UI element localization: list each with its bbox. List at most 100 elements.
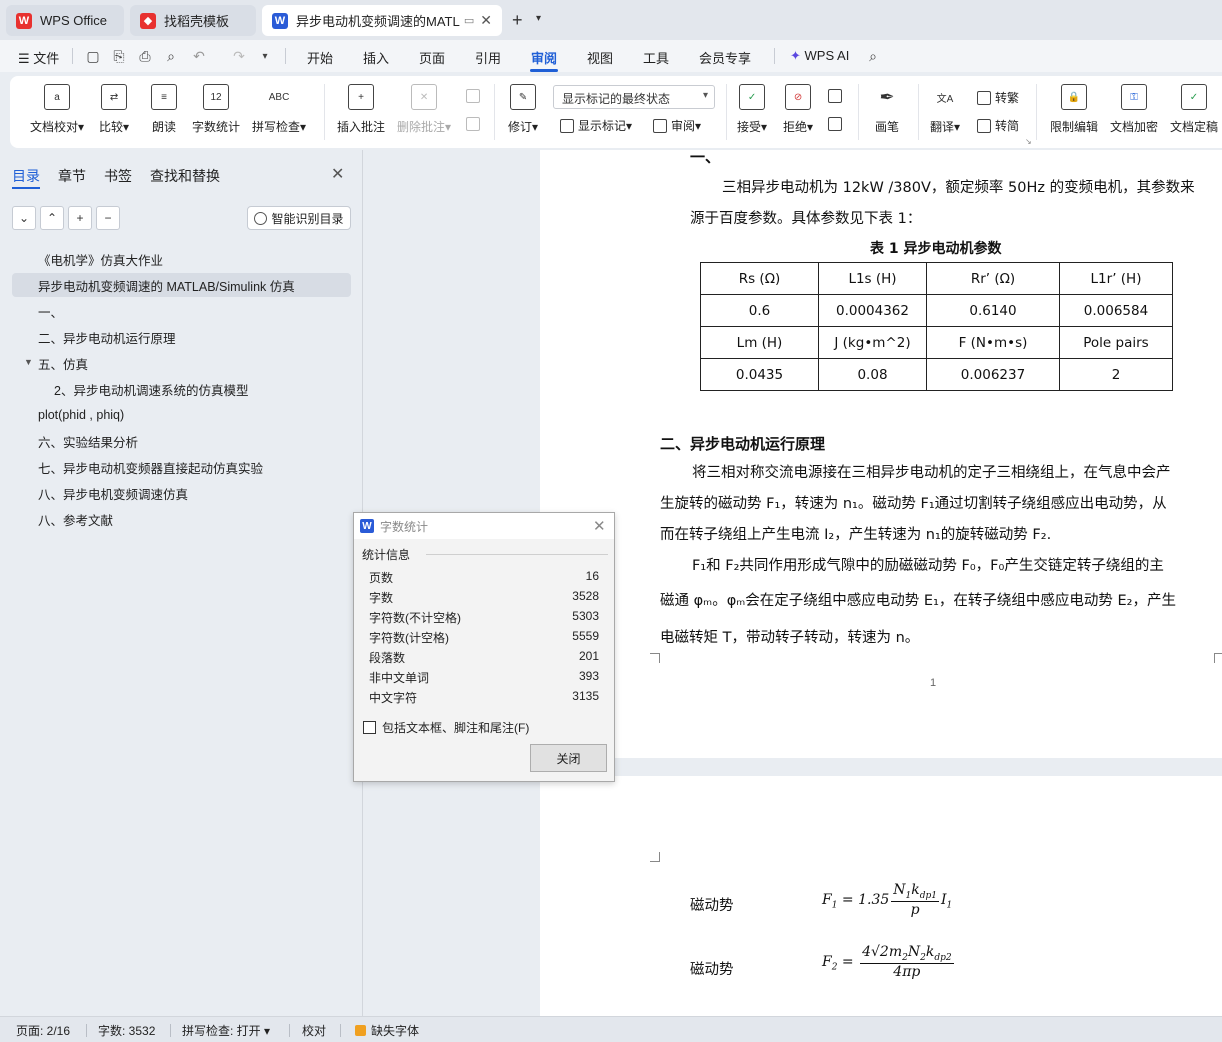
- toc-item[interactable]: 一、: [12, 299, 351, 323]
- encrypt-button[interactable]: ⚿ 文档加密: [1110, 84, 1158, 135]
- warning-icon: [355, 1025, 366, 1036]
- toc-item[interactable]: plot(phid , phiq): [12, 403, 351, 427]
- toc-item[interactable]: 六、实验结果分析: [12, 429, 351, 453]
- menu-home[interactable]: 开始: [307, 48, 333, 67]
- toc-item[interactable]: 二、异步电动机运行原理: [12, 325, 351, 349]
- redo-icon[interactable]: ↷: [230, 47, 248, 65]
- reject-button[interactable]: ⊘ 拒绝▾: [783, 84, 813, 135]
- checkbox-box[interactable]: [363, 721, 376, 734]
- read-aloud-icon: ≡: [151, 84, 177, 110]
- section-heading: 二、异步电动机运行原理: [660, 435, 826, 453]
- menu-view[interactable]: 视图: [587, 48, 613, 67]
- toc-item[interactable]: 五、仿真: [12, 351, 351, 375]
- review-pane-button[interactable]: 审阅 ▾: [653, 117, 701, 134]
- read-aloud-button[interactable]: ≡ 朗读: [151, 84, 177, 135]
- include-textbox-checkbox[interactable]: 包括文本框、脚注和尾注(F): [363, 719, 529, 736]
- toc-item[interactable]: 八、异步电机变频调速仿真: [12, 481, 351, 505]
- toc-item-label: 五、仿真: [38, 357, 89, 372]
- compare-button[interactable]: ⇄ 比较▾: [99, 84, 129, 135]
- next-change-glyph: [828, 117, 842, 131]
- close-icon[interactable]: ✕: [331, 164, 344, 184]
- nav-tab-bookmarks[interactable]: 书签: [104, 166, 132, 186]
- print-icon[interactable]: ⎙: [136, 47, 154, 65]
- pen-button[interactable]: ✒ 画笔: [874, 84, 900, 135]
- tab-current-document[interactable]: W 异步电动机变频调速的MATLA ▭ ✕: [262, 5, 502, 36]
- undo-icon[interactable]: ↶: [190, 47, 208, 65]
- chevron-down-icon[interactable]: ▾: [536, 13, 541, 24]
- toc-item[interactable]: 2、异步电动机调速系统的仿真模型: [12, 377, 351, 401]
- toc-item[interactable]: 《电机学》仿真大作业: [12, 247, 351, 271]
- expand-up-button[interactable]: ⌃: [40, 206, 64, 230]
- stat-value: 5559: [572, 629, 599, 643]
- document-page[interactable]: 磁动势 F1 = 1.35 N1kdp1 p I1 磁动势 F2 = 4√2m2N2k…: [540, 776, 1222, 1016]
- menu-review[interactable]: 审阅: [531, 48, 557, 67]
- dialog-launcher-icon[interactable]: ↘: [1025, 137, 1032, 146]
- remove-heading-button[interactable]: −: [96, 206, 120, 230]
- menu-page[interactable]: 页面: [419, 48, 445, 67]
- word-count-button[interactable]: 12 字数统计: [192, 84, 240, 135]
- prev-change-icon[interactable]: [828, 89, 846, 103]
- toc-item-selected[interactable]: 异步电动机变频调速的 MATLAB/Simulink 仿真: [12, 273, 351, 297]
- markup-mode-select[interactable]: 显示标记的最终状态 ▾: [553, 85, 715, 109]
- screen-icon[interactable]: ▭: [464, 14, 474, 27]
- translate-button[interactable]: 文A 翻译▾: [930, 84, 960, 135]
- delete-comment-button[interactable]: ✕ 删除批注▾: [397, 84, 451, 135]
- stat-label: 段落数: [369, 651, 406, 665]
- close-icon[interactable]: ✕: [593, 517, 606, 535]
- crop-mark: [650, 653, 660, 663]
- document-page[interactable]: 一、 三相异步电动机为 12kW /380V，额定频率 50Hz 的变频电机，其…: [540, 150, 1222, 758]
- status-word-count[interactable]: 字数: 3532: [98, 1022, 155, 1039]
- proofread-button[interactable]: a 文档校对▾: [30, 84, 84, 135]
- status-page[interactable]: 页面: 2/16: [16, 1022, 70, 1039]
- wps-ai-button[interactable]: ✦ WPS AI: [790, 48, 849, 64]
- nav-tab-chapters[interactable]: 章节: [58, 166, 86, 186]
- close-tab-icon[interactable]: ✕: [480, 12, 492, 29]
- menu-reference[interactable]: 引用: [475, 48, 501, 67]
- new-tab-icon[interactable]: +: [512, 10, 523, 31]
- track-changes-button[interactable]: ✎ 修订▾: [508, 84, 538, 135]
- insert-comment-button[interactable]: + 插入批注: [337, 84, 385, 135]
- status-missing-font[interactable]: 缺失字体: [355, 1022, 419, 1039]
- prev-comment-icon[interactable]: [466, 89, 484, 103]
- menu-tools[interactable]: 工具: [643, 48, 669, 67]
- tab-wps-office[interactable]: W WPS Office: [6, 5, 124, 36]
- tab-docer-templates[interactable]: ◆ 找稻壳模板: [130, 5, 256, 36]
- review-pane-label: 审阅: [671, 119, 696, 133]
- close-button[interactable]: 关闭: [530, 744, 607, 772]
- collapse-all-button[interactable]: ⌄: [12, 206, 36, 230]
- finalize-button[interactable]: ✓ 文档定稿: [1170, 84, 1218, 135]
- add-heading-button[interactable]: +: [68, 206, 92, 230]
- smart-toc-button[interactable]: 智能识别目录: [247, 206, 351, 230]
- nav-tab-find-replace[interactable]: 查找和替换: [150, 166, 220, 186]
- table-cell: Rs (Ω): [700, 262, 819, 295]
- search-icon[interactable]: ⌕: [864, 47, 882, 65]
- next-comment-icon[interactable]: [466, 117, 484, 131]
- spell-check-button[interactable]: ABC 拼写检查▾: [252, 84, 306, 135]
- table-row: 0.6 0.0004362 0.6140 0.006584: [700, 294, 1173, 327]
- export-icon[interactable]: ⎘: [110, 47, 128, 65]
- status-spell-check[interactable]: 拼写检查: 打开 ▾: [182, 1022, 270, 1039]
- show-markup-button[interactable]: 显示标记 ▾: [560, 117, 632, 134]
- next-change-icon[interactable]: [828, 117, 846, 131]
- toc-item[interactable]: 七、异步电动机变频器直接起动仿真实验: [12, 455, 351, 479]
- compare-label: 比较: [99, 120, 124, 134]
- toc-item[interactable]: 八、参考文献: [12, 507, 351, 531]
- print-preview-icon[interactable]: ⌕: [162, 47, 180, 65]
- status-proofread[interactable]: 校对: [302, 1022, 326, 1039]
- toc-item-label: 八、异步电机变频调速仿真: [38, 487, 189, 502]
- tab-label: 找稻壳模板: [164, 14, 230, 29]
- nav-tab-toc[interactable]: 目录: [12, 166, 40, 186]
- chevron-down-icon[interactable]: ▾: [256, 47, 274, 65]
- menu-vip[interactable]: 会员专享: [699, 48, 751, 67]
- dialog-title-bar[interactable]: W 字数统计: [354, 513, 614, 539]
- menu-insert[interactable]: 插入: [363, 48, 389, 67]
- restrict-edit-button[interactable]: 🔒 限制编辑: [1050, 84, 1098, 135]
- accept-button[interactable]: ✓ 接受▾: [737, 84, 767, 135]
- review-pane-icon: [653, 118, 667, 133]
- to-traditional-button[interactable]: 转繁: [977, 89, 1019, 106]
- to-simplified-button[interactable]: 转简: [977, 117, 1019, 134]
- tab-label: 异步电动机变频调速的MATLA: [296, 14, 460, 29]
- dialog-title: 字数统计: [380, 519, 429, 534]
- save-icon[interactable]: ▢: [84, 47, 102, 65]
- menu-file[interactable]: ☰ 文件: [18, 48, 59, 67]
